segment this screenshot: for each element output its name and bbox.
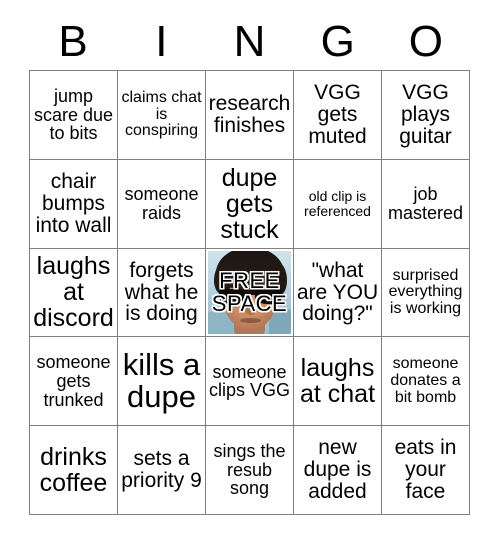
bingo-cell-b2[interactable]: chair bumps into wall xyxy=(30,159,118,249)
bingo-cell-label: someone donates a bit bomb xyxy=(390,355,461,406)
bingo-header: B I N G O xyxy=(29,14,470,70)
free-space-lens-l-shape xyxy=(219,289,247,305)
bingo-cell-b5[interactable]: drinks coffee xyxy=(30,426,118,515)
bingo-cell-label: VGG gets muted xyxy=(308,81,367,148)
bingo-cell-b4[interactable]: someone gets trunked xyxy=(30,337,118,427)
bingo-cell-g3[interactable]: "what are YOU doing?" xyxy=(294,248,382,338)
bingo-header-letter-i: I xyxy=(155,17,168,66)
bingo-cell-g2[interactable]: old clip is referenced xyxy=(294,159,382,249)
free-space-nose-shape xyxy=(244,303,257,316)
bingo-cell-label: forgets what he is doing xyxy=(124,258,199,326)
bingo-cell-i4[interactable]: kills a dupe xyxy=(118,337,206,427)
bingo-cell-label: jump scare due to bits xyxy=(33,85,114,144)
bingo-cell-label: drinks coffee xyxy=(39,443,108,498)
bingo-cell-o4[interactable]: someone donates a bit bomb xyxy=(382,337,470,427)
bingo-cell-label: someone clips VGG xyxy=(208,361,291,401)
bingo-cell-g5[interactable]: new dupe is added xyxy=(294,426,382,515)
bingo-cell-o5[interactable]: eats in your face xyxy=(382,426,470,515)
bingo-cell-b1[interactable]: jump scare due to bits xyxy=(30,71,118,160)
bingo-header-letter-b: B xyxy=(58,17,88,66)
bingo-cell-label: claims chat is conspiring xyxy=(121,88,202,140)
bingo-card: B I N G O jump scare due to bits claims c… xyxy=(0,0,500,544)
bingo-cell-i2[interactable]: someone raids xyxy=(118,159,206,249)
bingo-cell-label: surprised everything is working xyxy=(388,266,463,317)
bingo-cell-label: job mastered xyxy=(387,183,464,223)
bingo-cell-b3[interactable]: laughs at discord xyxy=(30,248,118,338)
bingo-cell-label: old clip is referenced xyxy=(304,188,371,219)
bingo-cell-label: dupe gets stuck xyxy=(220,163,279,244)
bingo-header-letter-n: N xyxy=(233,17,266,66)
bingo-cell-g1[interactable]: VGG gets muted xyxy=(294,71,382,160)
bingo-cell-label: kills a dupe xyxy=(122,347,201,415)
bingo-cell-i1[interactable]: claims chat is conspiring xyxy=(118,71,206,160)
bingo-cell-label: sets a priority 9 xyxy=(121,447,202,493)
bingo-header-letter-g: G xyxy=(320,17,355,66)
free-space-lens-r-shape xyxy=(254,289,282,305)
bingo-cell-o2[interactable]: job mastered xyxy=(382,159,470,249)
bingo-cell-n2[interactable]: dupe gets stuck xyxy=(206,159,294,249)
bingo-cell-label: sings the resub song xyxy=(213,441,286,499)
bingo-cell-i5[interactable]: sets a priority 9 xyxy=(118,426,206,515)
bingo-cell-label: eats in your face xyxy=(394,436,457,503)
bingo-cell-o1[interactable]: VGG plays guitar xyxy=(382,71,470,160)
bingo-cell-o3[interactable]: surprised everything is working xyxy=(382,248,470,338)
bingo-cell-g4[interactable]: laughs at chat xyxy=(294,337,382,427)
bingo-cell-n5[interactable]: sings the resub song xyxy=(206,426,294,515)
free-space-photo: FREE SPACE xyxy=(208,250,291,335)
bingo-cell-label: someone gets trunked xyxy=(36,352,111,410)
bingo-cell-n4[interactable]: someone clips VGG xyxy=(206,337,294,427)
bingo-grid: jump scare due to bits claims chat is con… xyxy=(29,70,470,515)
bingo-cell-label: laughs at chat xyxy=(299,354,376,409)
bingo-cell-label: someone raids xyxy=(124,183,199,223)
bingo-cell-label: "what are YOU doing?" xyxy=(296,258,379,326)
bingo-cell-free-space[interactable]: FREE SPACE xyxy=(206,248,294,338)
bingo-cell-label: new dupe is added xyxy=(303,436,372,503)
bingo-cell-label: VGG plays guitar xyxy=(399,81,452,148)
bingo-cell-i3[interactable]: forgets what he is doing xyxy=(118,248,206,338)
bingo-header-letter-o: O xyxy=(408,17,444,66)
bingo-cell-label: chair bumps into wall xyxy=(35,169,112,237)
bingo-cell-label: research finishes xyxy=(208,92,291,137)
bingo-cell-n1[interactable]: research finishes xyxy=(206,71,294,160)
bingo-cell-label: laughs at discord xyxy=(33,252,114,333)
